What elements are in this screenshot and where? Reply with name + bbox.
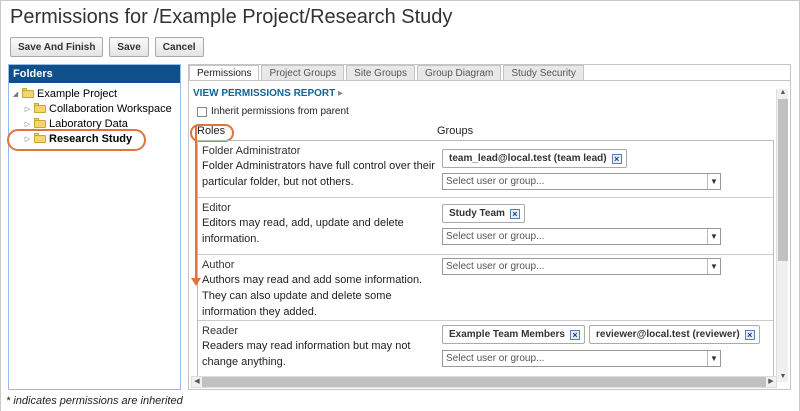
inherit-permissions-label: Inherit permissions from parent [211,106,349,117]
select-placeholder: Select user or group... [446,261,545,272]
role-row-folder-administrator: Folder Administrator Folder Administrato… [198,141,773,198]
collapsed-arrow-icon[interactable]: ▷ [23,120,32,128]
inherit-permissions-row: Inherit permissions from parent [197,106,349,117]
member-chip-label: Example Team Members [449,329,565,340]
permissions-tab-panel: Permissions Project Groups Site Groups G… [188,64,791,390]
remove-member-icon[interactable]: × [611,153,622,164]
tab-project-groups[interactable]: Project Groups [261,65,345,80]
tab-body: VIEW PERMISSIONS REPORT ▸ Inherit permis… [189,80,790,389]
user-group-select[interactable]: Select user or group... ▼ [442,350,721,367]
inherited-footnote: * indicates permissions are inherited [6,395,183,407]
role-name: Editor [202,202,231,214]
user-group-select[interactable]: Select user or group... ▼ [442,228,721,245]
report-link-label: VIEW PERMISSIONS REPORT [193,88,336,99]
remove-member-icon[interactable]: × [744,329,755,340]
tab-study-security[interactable]: Study Security [503,65,584,80]
role-description: Authors may read and add some informatio… [202,274,423,318]
folder-icon [34,118,46,128]
select-placeholder: Select user or group... [446,231,545,242]
member-chips: team_lead@local.test (team lead) × [442,149,627,168]
tree-node-label: Example Project [37,87,118,100]
scroll-down-icon[interactable]: ▼ [777,373,789,382]
remove-member-icon[interactable]: × [569,329,580,340]
folder-icon [34,103,46,113]
member-chip: team_lead@local.test (team lead) × [442,149,627,168]
folder-open-icon [22,88,34,98]
chevron-right-icon: ▸ [338,88,344,99]
chevron-down-icon[interactable]: ▼ [707,351,720,366]
member-chips: Example Team Members × reviewer@local.te… [442,325,760,344]
collapsed-arrow-icon[interactable]: ▷ [23,105,32,113]
save-button[interactable]: Save [109,37,149,57]
folders-header: Folders [9,65,180,83]
tree-node-label: Collaboration Workspace [49,102,172,115]
member-chip: reviewer@local.test (reviewer) × [588,325,760,344]
chevron-down-icon[interactable]: ▼ [707,259,720,274]
folders-panel: Folders ◢ Example Project ▷ Collaboratio… [8,64,181,390]
role-name: Author [202,259,235,271]
save-and-finish-button[interactable]: Save And Finish [10,37,104,57]
role-description: Readers may read information but may not… [202,340,411,368]
member-chips: Study Team × [442,204,525,223]
member-chip-label: team_lead@local.test (team lead) [449,153,607,164]
role-name: Reader [202,325,239,337]
scroll-left-icon[interactable]: ◀ [192,377,202,387]
tab-site-groups[interactable]: Site Groups [346,65,415,80]
role-row-reader: Reader Readers may read information but … [198,321,773,379]
member-chip: Example Team Members × [442,325,585,344]
selected-folder-highlight [7,129,146,151]
chevron-down-icon[interactable]: ▼ [707,174,720,189]
view-permissions-report-link[interactable]: VIEW PERMISSIONS REPORT ▸ [193,88,343,99]
tree-node-label: Laboratory Data [49,117,128,130]
groups-column-header: Groups [437,125,474,137]
role-row-author: Author Authors may read and add some inf… [198,255,773,321]
role-description: Folder Administrators have full control … [202,160,435,188]
user-group-select[interactable]: Select user or group... ▼ [442,173,721,190]
tree-node-example-project[interactable]: ◢ Example Project [9,86,180,101]
select-placeholder: Select user or group... [446,353,545,364]
scroll-right-icon[interactable]: ▶ [766,377,776,387]
tab-group-diagram[interactable]: Group Diagram [416,65,502,80]
role-description: Editors may read, add, update and delete… [202,217,404,245]
annotation-arrow-line [195,126,197,280]
scroll-up-icon[interactable]: ▲ [777,89,789,98]
tree-node-collaboration-workspace[interactable]: ▷ Collaboration Workspace [9,101,180,116]
user-group-select[interactable]: Select user or group... ▼ [442,258,721,275]
role-name: Folder Administrator [202,145,301,157]
tab-permissions[interactable]: Permissions [189,65,260,80]
toolbar: Save And Finish Save Cancel [10,37,204,57]
vertical-scroll-thumb[interactable] [778,99,788,261]
vertical-scrollbar[interactable]: ▲ ▼ [776,89,788,382]
remove-member-icon[interactable]: × [509,208,520,219]
expanded-arrow-icon[interactable]: ◢ [11,90,20,98]
inherit-permissions-checkbox[interactable] [197,106,207,117]
horizontal-scrollbar[interactable]: ◀ ▶ [191,376,777,388]
page-title: Permissions for /Example Project/Researc… [10,6,453,28]
cancel-button[interactable]: Cancel [154,37,204,57]
member-chip: Study Team × [442,204,525,223]
roles-list: Folder Administrator Folder Administrato… [197,140,774,380]
select-placeholder: Select user or group... [446,176,545,187]
role-row-editor: Editor Editors may read, add, update and… [198,198,773,255]
member-chip-label: Study Team [449,208,505,219]
annotation-arrow-head-icon [191,278,201,286]
tab-strip: Permissions Project Groups Site Groups G… [189,65,584,80]
member-chip-label: reviewer@local.test (reviewer) [595,329,740,340]
chevron-down-icon[interactable]: ▼ [707,229,720,244]
